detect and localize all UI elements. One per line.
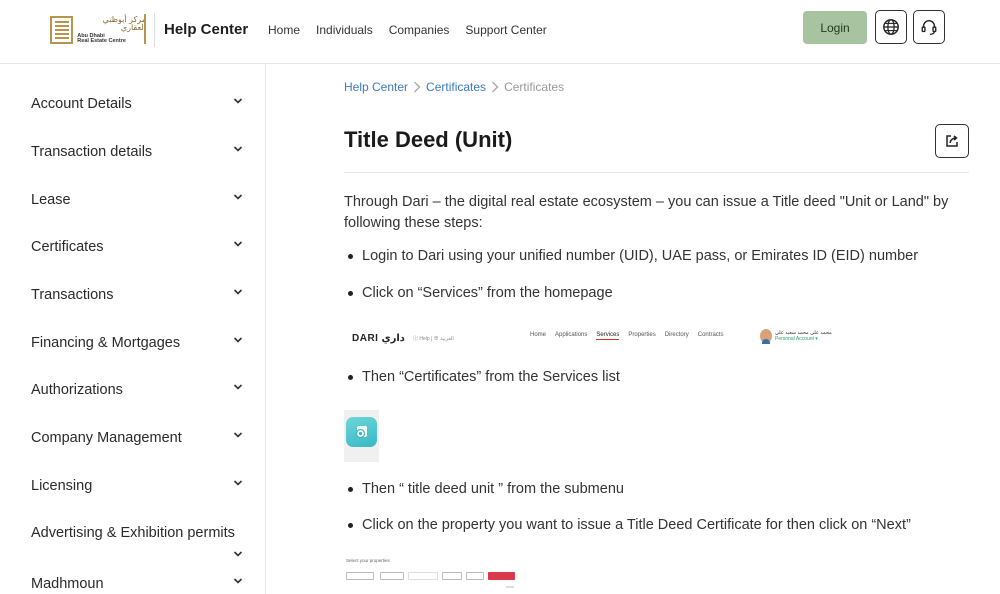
step-text: Then “ title deed unit ” from the submen…	[362, 481, 624, 497]
sidebar-item-licensing[interactable]: Licensing	[31, 478, 246, 494]
header-divider	[154, 13, 155, 47]
sidebar-item-label: Transactions	[31, 287, 114, 303]
dari-nav-item: Home	[530, 332, 547, 338]
logo-line2: Real Estate Centre	[77, 38, 126, 44]
step-text: Click on “Services” from the homepage	[362, 285, 613, 301]
chevron-down-icon	[233, 241, 243, 247]
sidebar-item-label: Certificates	[31, 239, 104, 255]
select-property-screenshot: Select your properties	[346, 558, 516, 592]
dari-nav-item: Directory	[664, 332, 689, 338]
chevron-down-icon	[233, 194, 243, 200]
adrec-logo[interactable]: مركز أبوظبي العقاري Abu Dhabi Real Estat…	[50, 14, 146, 46]
sidebar-item-label: Madhmoun	[31, 576, 104, 592]
sidebar-item-company-management[interactable]: Company Management	[31, 430, 246, 446]
sidebar-item-advertising-exhibition-permits[interactable]: Advertising & Exhibition permits	[31, 525, 246, 541]
dari-user: محمد علي محمد سعيد علي Personal Account …	[760, 329, 832, 344]
nav-home[interactable]: Home	[268, 23, 300, 37]
chevron-right-icon	[491, 81, 499, 93]
headset-icon	[921, 20, 937, 35]
share-button[interactable]	[935, 124, 969, 158]
list-item: Click on the property you want to issue …	[348, 517, 911, 533]
logo-arabic-text: مركز أبوظبي العقاري	[102, 14, 147, 32]
sidebar-item-label: Advertising & Exhibition permits	[31, 525, 235, 541]
breadcrumb-certificates[interactable]: Certificates	[426, 80, 486, 94]
language-button[interactable]	[875, 10, 907, 44]
step-text: Login to Dari using your unified number …	[362, 248, 919, 264]
nav-individuals[interactable]: Individuals	[316, 23, 373, 37]
sidebar-item-label: Authorizations	[31, 382, 123, 398]
sidebar-item-label: Lease	[31, 192, 71, 208]
sidebar-item-label: Company Management	[31, 430, 182, 446]
dari-logo-arabic: داري	[381, 332, 405, 344]
dari-nav: Home Applications Services Properties Di…	[530, 332, 723, 340]
breadcrumb-current: Certificates	[504, 80, 565, 94]
nav-companies[interactable]: Companies	[389, 23, 450, 37]
breadcrumb-help-center[interactable]: Help Center	[344, 80, 408, 94]
list-item: Then “Certificates” from the Services li…	[348, 369, 620, 385]
sidebar-item-account-details[interactable]: Account Details	[31, 96, 246, 112]
chevron-down-icon	[233, 146, 243, 152]
sidebar-item-label: Licensing	[31, 478, 93, 494]
article-content: Help Center Certificates Certificates Ti…	[266, 64, 1000, 594]
dari-logo: DARI	[352, 332, 379, 344]
chevron-down-icon[interactable]	[233, 549, 243, 559]
title-divider	[344, 172, 969, 173]
sidebar-item-authorizations[interactable]: Authorizations	[31, 382, 246, 398]
chevron-down-icon	[233, 337, 243, 343]
chevron-down-icon	[233, 289, 243, 295]
dari-user-account: Personal Account ▾	[775, 336, 818, 342]
chevron-down-icon	[233, 578, 243, 584]
chevron-down-icon	[233, 384, 243, 390]
category-sidebar: Account Details Transaction details Leas…	[0, 64, 266, 594]
intro-paragraph: Through Dari – the digital real estate e…	[344, 194, 949, 231]
nav-support-center[interactable]: Support Center	[465, 23, 546, 37]
sidebar-item-label: Account Details	[31, 96, 132, 112]
avatar	[760, 329, 772, 344]
dari-help-language: ⓘ Help | ⊕ العربية	[412, 335, 454, 342]
select-property-title: Select your properties	[346, 558, 390, 563]
logo-mark	[50, 16, 74, 44]
list-item: Then “ title deed unit ” from the submen…	[348, 481, 624, 497]
certificates-service-screenshot	[344, 410, 379, 462]
dari-nav-item-active: Services	[596, 332, 620, 340]
certificate-service-icon	[346, 417, 377, 447]
sidebar-item-label: Financing & Mortgages	[31, 335, 181, 351]
chevron-right-icon	[413, 81, 421, 93]
page-title: Title Deed (Unit)	[344, 127, 513, 152]
sidebar-item-transaction-details[interactable]: Transaction details	[31, 144, 246, 160]
list-item: Login to Dari using your unified number …	[348, 248, 919, 264]
sidebar-item-lease[interactable]: Lease	[31, 192, 246, 208]
top-header: مركز أبوظبي العقاري Abu Dhabi Real Estat…	[0, 0, 1000, 64]
dari-homepage-screenshot: DARI داري ⓘ Help | ⊕ العربية Home Applic…	[352, 328, 832, 348]
sidebar-item-label: Transaction details	[31, 144, 153, 160]
list-item: Click on “Services” from the homepage	[348, 285, 613, 301]
step-text: Then “Certificates” from the Services li…	[362, 369, 620, 385]
login-button[interactable]: Login	[803, 11, 867, 44]
sidebar-item-madhmoun[interactable]: Madhmoun	[31, 576, 246, 592]
dari-nav-item: Contracts	[697, 332, 724, 338]
breadcrumb: Help Center Certificates Certificates	[344, 80, 564, 94]
globe-icon	[883, 19, 899, 35]
dari-nav-item: Properties	[628, 332, 656, 338]
main-nav: Home Individuals Companies Support Cente…	[268, 23, 547, 37]
support-button[interactable]	[913, 10, 945, 44]
chevron-down-icon	[233, 432, 243, 438]
chevron-down-icon	[233, 98, 243, 104]
chevron-down-icon	[233, 480, 243, 486]
next-button-preview	[488, 572, 515, 580]
sidebar-item-transactions[interactable]: Transactions	[31, 287, 246, 303]
step-text: Click on the property you want to issue …	[362, 517, 911, 533]
sidebar-item-financing-mortgages[interactable]: Financing & Mortgages	[31, 335, 246, 351]
site-title[interactable]: Help Center	[164, 21, 248, 38]
dari-nav-item: Applications	[555, 332, 588, 338]
sidebar-item-certificates[interactable]: Certificates	[31, 239, 246, 255]
share-icon	[946, 135, 958, 147]
